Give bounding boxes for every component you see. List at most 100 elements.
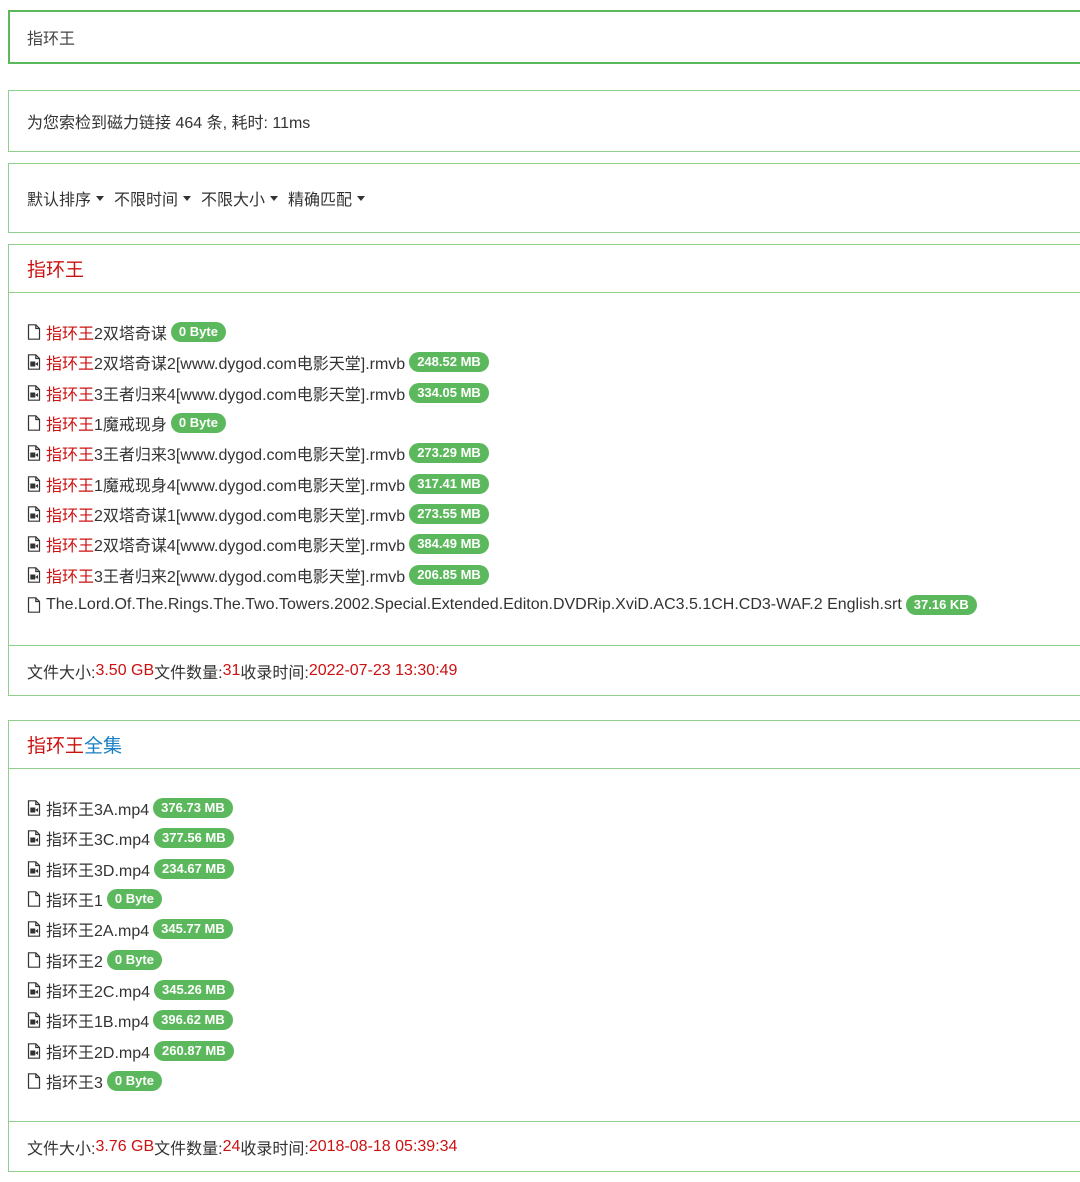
file-name-highlight: 指环王 [46,477,95,495]
result-title-highlight: 指环王 [27,260,85,281]
video-file-icon [27,921,41,938]
total-size: 3.50 GB [95,661,155,679]
filter-sort-dropdown[interactable]: 默认排序 [27,186,105,210]
file-name: 指环王2A.mp4 [46,923,150,941]
file-row[interactable]: 指环王 2双塔奇谋1[www.dygod.com电影天堂].rmvb 273.55 … [27,499,1080,529]
file-name-highlight: 指环王 [46,356,95,374]
file-icon [27,891,41,907]
search-box [8,10,1080,64]
file-name-highlight: 指环王 [46,447,95,465]
time-label: 收录时间: [240,1140,309,1158]
file-name: 2双塔奇谋 [94,326,167,344]
file-row[interactable]: 指环王3A.mp4 376.73 MB [27,793,1080,823]
file-size-badge: 0 Byte [106,889,162,910]
file-icon [27,597,41,613]
total-size: 3.76 GB [95,1137,155,1155]
file-row[interactable]: 指环王 3王者归来4[www.dygod.com电影天堂].rmvb 334.05 … [27,378,1080,408]
file-size-badge: 376.73 MB [153,798,233,819]
video-file-icon [27,830,41,847]
video-file-icon [27,475,41,492]
file-row[interactable]: 指环王 1魔戒现身4[www.dygod.com电影天堂].rmvb 317.41 … [27,468,1080,498]
search-input[interactable] [27,28,927,46]
file-name: 指环王2C.mp4 [46,983,151,1001]
file-size-badge: 317.41 MB [409,473,489,494]
result-title-rest: 全集 [84,736,123,757]
result-stats: 为您索检到磁力链接 464 条, 耗时: 11ms [8,90,1080,152]
file-icon [27,324,41,340]
file-name: 指环王2 [46,953,103,971]
file-size-badge: 345.77 MB [153,919,233,940]
file-size-badge: 377.56 MB [154,828,234,849]
file-name: 指环王3 [46,1074,103,1092]
file-name: 3王者归来3[www.dygod.com电影天堂].rmvb [94,447,406,465]
result-title[interactable]: 指环王 全集 [9,721,1080,769]
file-size-badge: 0 Byte [106,1070,162,1091]
video-file-icon [27,354,41,371]
filter-match-dropdown[interactable]: 精确匹配 [288,186,366,210]
file-row[interactable]: 指环王2 0 Byte [27,944,1080,974]
caret-down-icon [270,195,279,201]
video-file-icon [27,1012,41,1029]
file-size-badge: 273.55 MB [409,503,489,524]
time-label: 收录时间: [240,664,309,682]
count-label: 文件数量: [154,664,223,682]
file-name: The.Lord.Of.The.Rings.The.Two.Towers.200… [46,595,902,613]
file-name: 2双塔奇谋1[www.dygod.com电影天堂].rmvb [94,507,406,525]
file-row[interactable]: 指环王 1魔戒现身 0 Byte [27,408,1080,438]
filter-size-dropdown[interactable]: 不限大小 [201,186,279,210]
file-name: 2双塔奇谋2[www.dygod.com电影天堂].rmvb [94,356,406,374]
file-row[interactable]: 指环王3 0 Byte [27,1066,1080,1096]
video-file-icon [27,982,41,998]
file-row[interactable]: 指环王3D.mp4 234.67 MB [27,854,1080,884]
file-name: 3王者归来2[www.dygod.com电影天堂].rmvb [94,568,406,586]
file-size-badge: 206.85 MB [409,564,489,585]
file-size-badge: 0 Byte [106,949,162,970]
video-file-icon [27,566,41,583]
file-list: 指环王 2双塔奇谋 0 Byte 指环王 2双塔奇谋2[www.dygod.com电影天… [9,293,1080,620]
file-name: 指环王3A.mp4 [46,802,150,820]
file-row[interactable]: 指环王 2双塔奇谋4[www.dygod.com电影天堂].rmvb 384.49 … [27,529,1080,559]
file-name-highlight: 指环王 [46,538,95,556]
video-file-icon [27,1042,41,1059]
file-row[interactable]: 指环王 2双塔奇谋 0 Byte [27,317,1080,347]
file-size-badge: 234.67 MB [154,858,234,879]
file-name: 指环王3C.mp4 [46,832,151,850]
file-row[interactable]: 指环王2D.mp4 260.87 MB [27,1035,1080,1065]
file-row[interactable]: The.Lord.Of.The.Rings.The.Two.Towers.200… [27,590,1080,620]
file-row[interactable]: 指环王 3王者归来3[www.dygod.com电影天堂].rmvb 273.29 … [27,438,1080,468]
file-size-badge: 0 Byte [170,322,226,343]
indexed-time: 2018-08-18 05:39:34 [308,1137,458,1155]
file-icon [27,415,41,431]
caret-down-icon [183,195,192,201]
file-row[interactable]: 指环王1B.mp4 396.62 MB [27,1005,1080,1035]
file-row[interactable]: 指环王2A.mp4 345.77 MB [27,914,1080,944]
result-stats-text: 为您索检到磁力链接 464 条, 耗时: 11ms [27,115,311,132]
file-name: 1魔戒现身 [94,417,167,435]
file-size-badge: 0 Byte [170,413,226,434]
file-count: 24 [222,1137,241,1155]
file-name: 指环王2D.mp4 [46,1044,151,1062]
result-title[interactable]: 指环王 [9,245,1080,293]
file-row[interactable]: 指环王1 0 Byte [27,884,1080,914]
video-file-icon [27,800,41,816]
file-icon [27,1073,41,1089]
filter-time-dropdown[interactable]: 不限时间 [114,186,192,210]
file-name: 指环王1 [46,893,103,911]
result-title-highlight: 指环王 [27,736,85,757]
filter-sort-label: 默认排序 [27,192,92,209]
video-file-icon [27,506,41,522]
file-size-badge: 345.26 MB [154,979,234,1000]
file-size-badge: 334.05 MB [409,382,489,403]
file-row[interactable]: 指环王2C.mp4 345.26 MB [27,975,1080,1005]
file-row[interactable]: 指环王 2双塔奇谋2[www.dygod.com电影天堂].rmvb 248.52 … [27,347,1080,377]
filter-bar: 默认排序 不限时间 不限大小 精确匹配 [8,163,1080,233]
file-row[interactable]: 指环王3C.mp4 377.56 MB [27,823,1080,853]
caret-down-icon [357,195,366,201]
file-row[interactable]: 指环王 3王者归来2[www.dygod.com电影天堂].rmvb 206.85 … [27,559,1080,589]
count-label: 文件数量: [154,1140,223,1158]
filter-size-label: 不限大小 [201,192,266,209]
file-name-highlight: 指环王 [46,417,95,435]
video-file-icon [27,445,41,462]
result-footer: 文件大小: 3.50 GB 文件数量: 31 收录时间: 2022-07-23 … [9,645,1080,695]
file-size-badge: 384.49 MB [409,534,489,555]
